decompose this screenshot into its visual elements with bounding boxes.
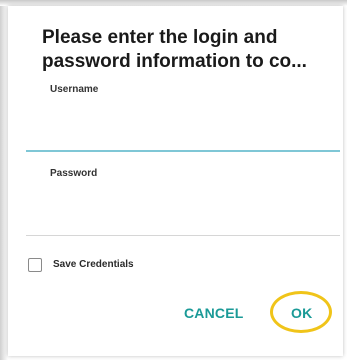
ok-button[interactable]: OK (291, 305, 312, 321)
username-label: Username (50, 84, 99, 95)
password-label: Password (50, 168, 98, 179)
username-input[interactable] (26, 118, 340, 152)
save-credentials-checkbox[interactable] (28, 258, 42, 272)
dialog-message: Please enter the login and password info… (42, 27, 307, 72)
cancel-button[interactable]: CANCEL (184, 305, 244, 321)
save-credentials-label: Save Credentials (53, 259, 134, 270)
password-input[interactable] (26, 202, 340, 236)
